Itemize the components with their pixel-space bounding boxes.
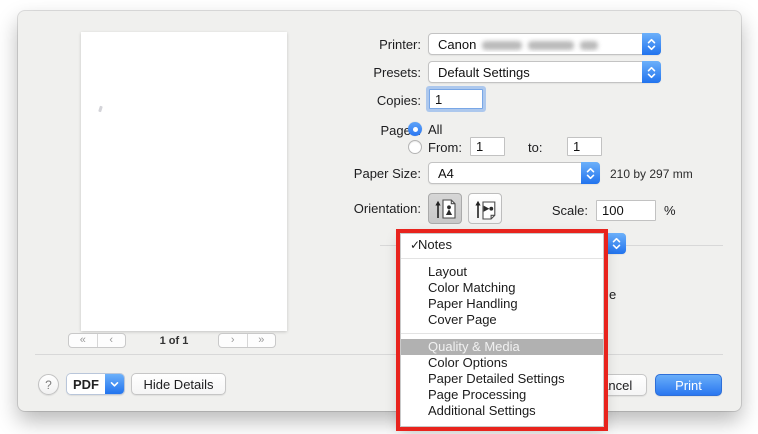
presets-select[interactable]: Default Settings <box>428 61 661 83</box>
pdf-menu-button[interactable]: PDF <box>66 373 125 395</box>
print-button[interactable]: Print <box>655 374 722 396</box>
help-button[interactable]: ? <box>38 374 59 395</box>
menu-item-layout[interactable]: Layout <box>401 264 603 280</box>
menu-item-color-options[interactable]: Color Options <box>401 355 603 371</box>
paper-size-label: Paper Size: <box>271 166 421 181</box>
pages-from-radio[interactable] <box>408 140 422 154</box>
print-preview-page <box>81 32 287 331</box>
pages-from-input[interactable] <box>470 137 505 156</box>
page-indicator: 1 of 1 <box>138 335 210 347</box>
scale-unit: % <box>664 203 676 218</box>
page-content-mark <box>98 106 103 113</box>
paper-size-select[interactable]: A4 <box>428 162 600 184</box>
hide-details-button[interactable]: Hide Details <box>131 373 226 395</box>
redacted-printer-name <box>528 41 574 50</box>
stepper-icon <box>642 61 661 83</box>
orientation-label: Orientation: <box>271 201 421 216</box>
printer-select[interactable]: Canon <box>428 33 661 55</box>
paper-size-value: A4 <box>429 166 581 181</box>
presets-label: Presets: <box>271 65 421 80</box>
next-page-button[interactable]: › <box>219 334 247 347</box>
pages-label: Pages: <box>271 123 421 138</box>
footer-divider <box>35 354 723 355</box>
occluded-label-fragment: e <box>609 287 616 302</box>
pages-all-radio[interactable] <box>408 122 422 136</box>
redacted-printer-name <box>482 41 522 50</box>
menu-item-page-processing[interactable]: Page Processing <box>401 387 603 403</box>
menu-item-notes[interactable]: ✓ Notes <box>401 237 603 253</box>
pdf-label: PDF <box>67 374 105 394</box>
presets-value: Default Settings <box>429 65 642 80</box>
menu-item-additional-settings[interactable]: Additional Settings <box>401 403 603 419</box>
last-page-button[interactable]: » <box>247 334 276 347</box>
menu-item-paper-handling[interactable]: Paper Handling <box>401 296 603 312</box>
pages-from-label: From: <box>428 140 462 155</box>
scale-label: Scale: <box>438 203 588 218</box>
menu-separator <box>401 333 603 334</box>
menu-separator <box>401 258 603 259</box>
stepper-icon <box>607 233 626 254</box>
menu-item-quality-media[interactable]: Quality & Media <box>401 339 603 355</box>
menu-item-cover-page[interactable]: Cover Page <box>401 312 603 328</box>
stepper-icon <box>642 33 661 55</box>
pages-to-label: to: <box>528 140 542 155</box>
paper-dimensions: 210 by 297 mm <box>610 167 693 181</box>
copies-label: Copies: <box>271 93 421 108</box>
stepper-icon <box>581 162 600 184</box>
pages-all-label: All <box>428 122 442 137</box>
printer-value: Canon <box>429 37 642 52</box>
printer-label: Printer: <box>271 37 421 52</box>
copies-input[interactable] <box>429 89 483 109</box>
panes-dropdown-menu: ✓ Notes Layout Color Matching Paper Hand… <box>400 233 604 427</box>
page-nav-forward-group: › » <box>218 333 276 348</box>
chevron-down-icon <box>105 374 124 394</box>
page-nav-back-group: « ‹ <box>68 333 126 348</box>
menu-item-color-matching[interactable]: Color Matching <box>401 280 603 296</box>
checkmark-icon: ✓ <box>401 237 418 253</box>
redacted-printer-name <box>580 41 598 50</box>
scale-input[interactable] <box>596 200 656 221</box>
pages-to-input[interactable] <box>567 137 602 156</box>
menu-item-paper-detailed-settings[interactable]: Paper Detailed Settings <box>401 371 603 387</box>
print-dialog: « ‹ 1 of 1 › » Printer: Canon Presets: D… <box>18 11 741 411</box>
previous-page-button[interactable]: ‹ <box>97 334 126 347</box>
first-page-button[interactable]: « <box>69 334 97 347</box>
